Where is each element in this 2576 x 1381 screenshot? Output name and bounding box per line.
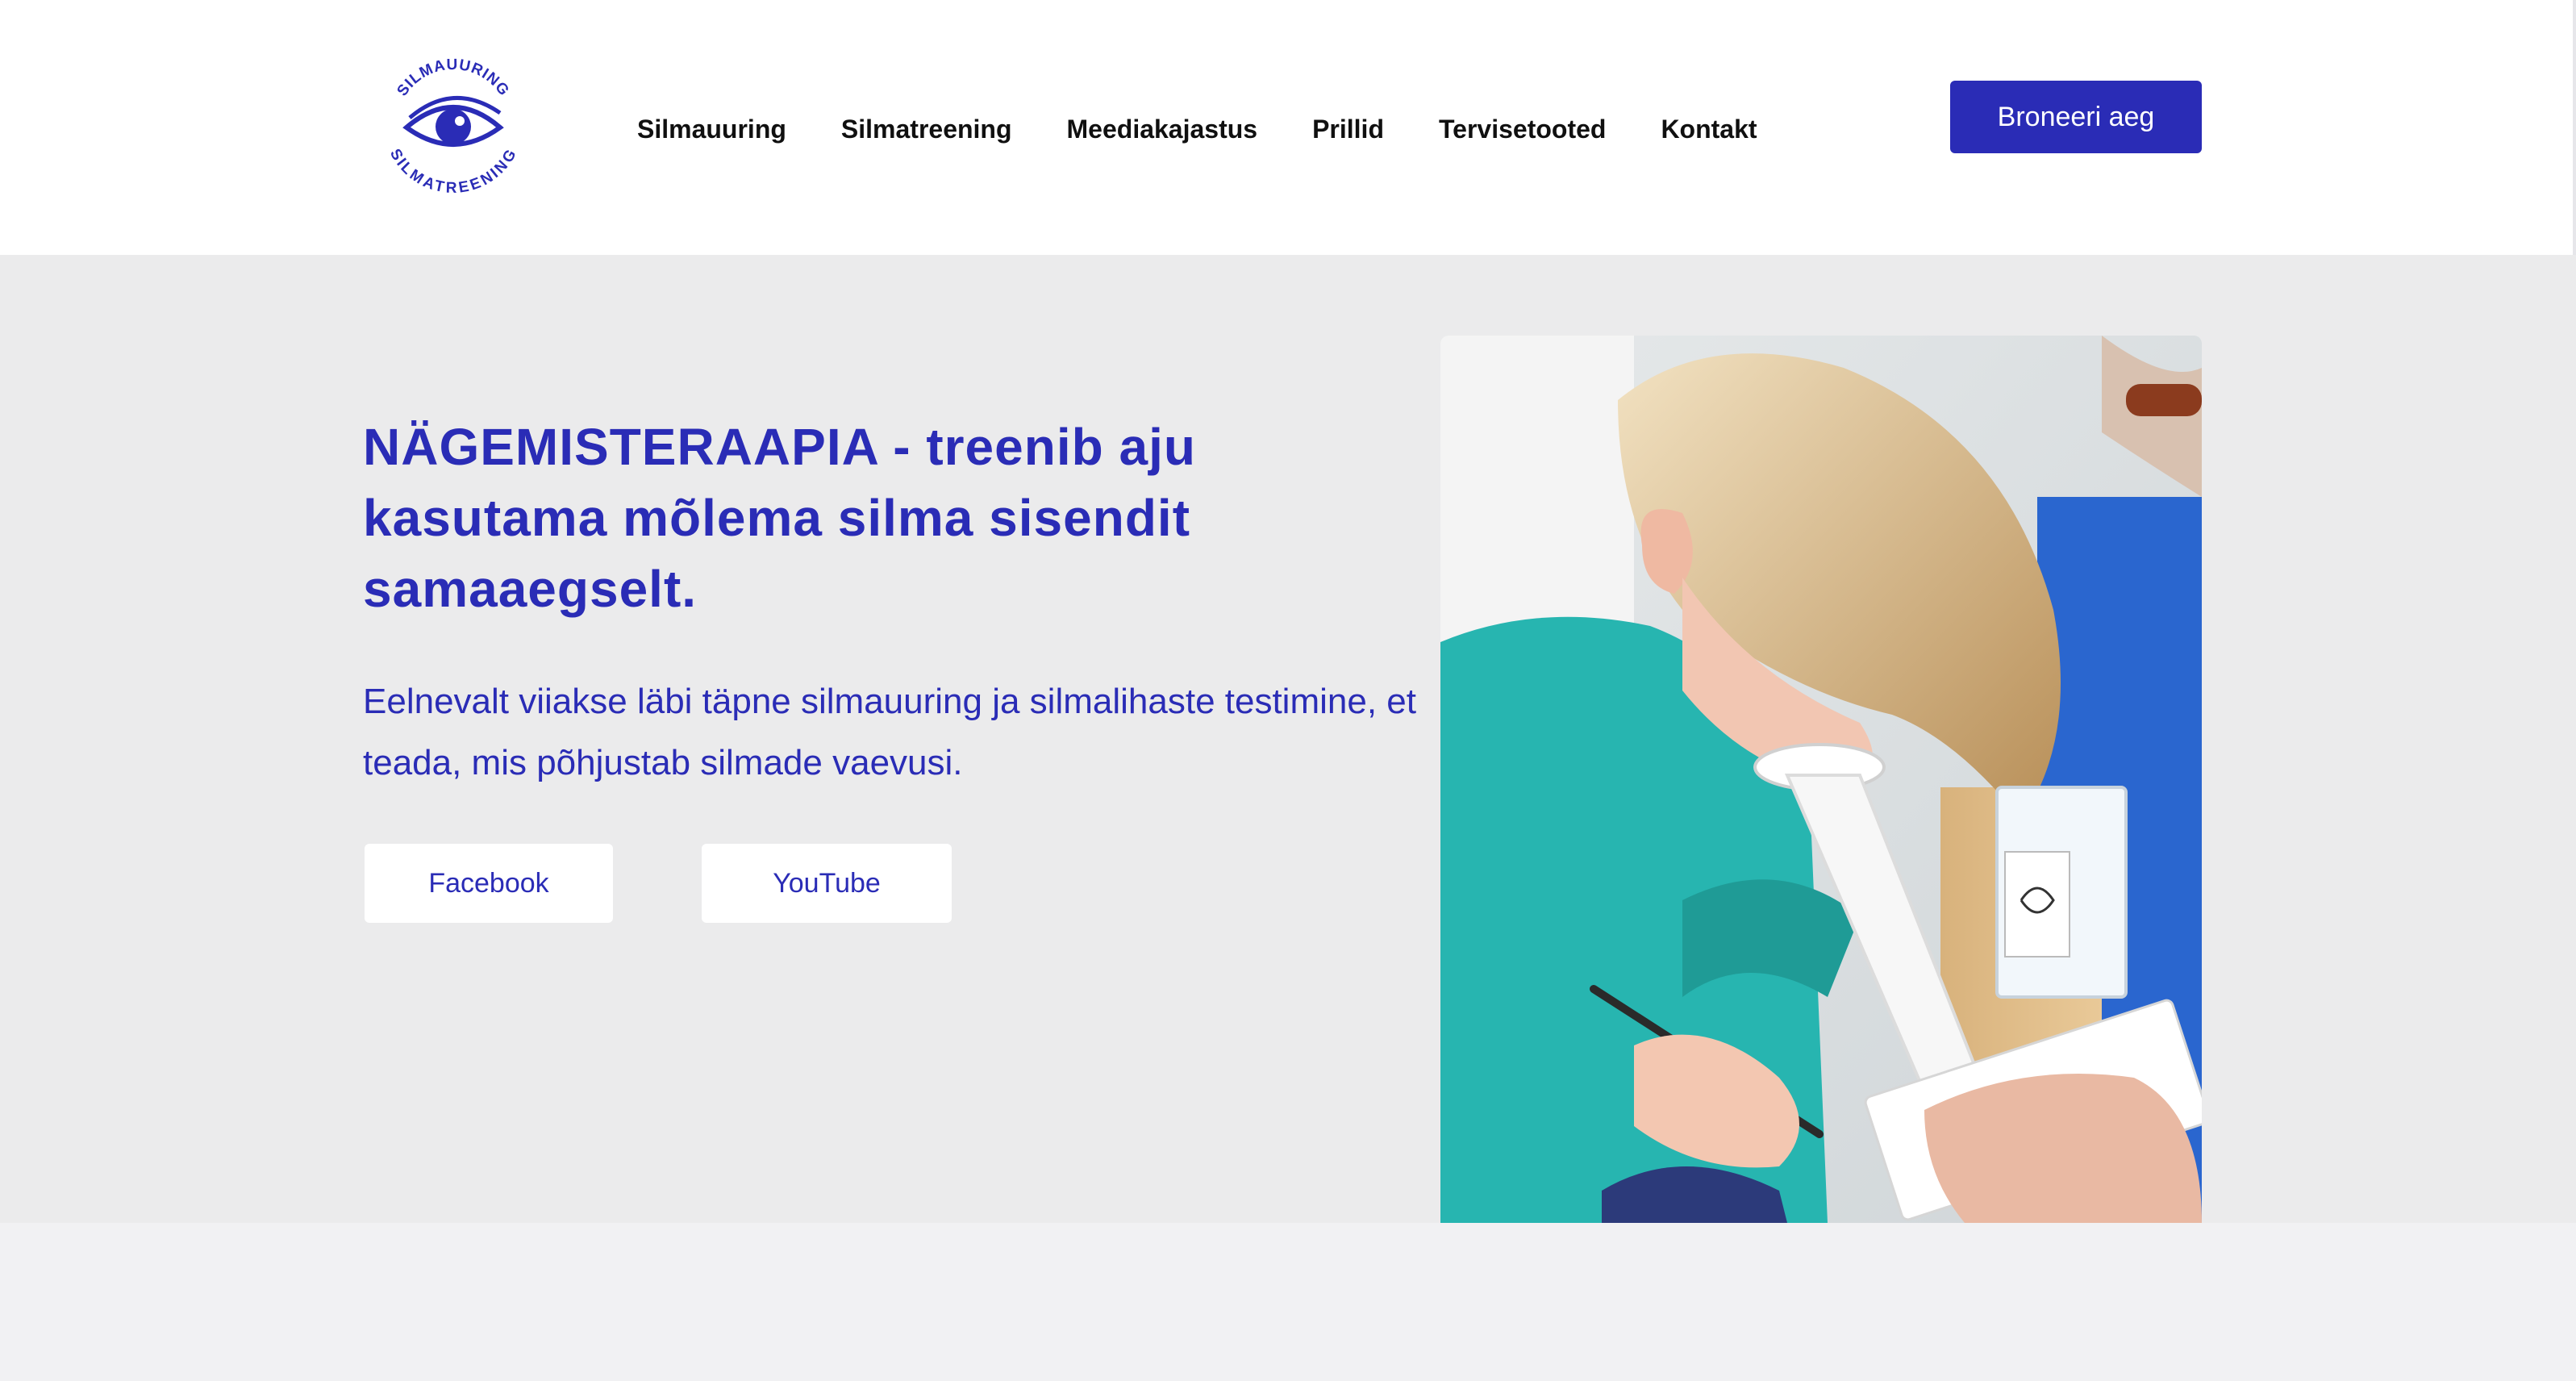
hero-description: Eelnevalt viiakse läbi täpne silmauuring…: [363, 682, 1416, 782]
hero-title: NÄGEMISTERAAPIA - treenib aju kasutama m…: [363, 418, 1196, 618]
nav-item-kontakt[interactable]: Kontakt: [1661, 115, 1757, 144]
nav-item-meediakajastus[interactable]: Meediakajastus: [1067, 115, 1258, 144]
logo-top-text: SILMAUURING: [394, 56, 512, 99]
logo-bottom-text: SILMATREENING: [386, 146, 520, 197]
nav-item-prillid[interactable]: Prillid: [1312, 115, 1384, 144]
main-navigation: Silmauuring Silmatreening Meediakajastus…: [637, 111, 1757, 147]
book-appointment-button[interactable]: Broneeri aeg: [1950, 81, 2202, 153]
logo-graphic: SILMAUURING SILMATREENING: [386, 56, 520, 197]
site-logo[interactable]: SILMAUURING SILMATREENING: [379, 48, 527, 203]
nav-item-tervisetooted[interactable]: Tervisetooted: [1439, 115, 1606, 144]
nav-item-silmauuring[interactable]: Silmauuring: [637, 115, 786, 144]
scrollbar-edge: [2573, 0, 2576, 255]
youtube-button[interactable]: YouTube: [702, 844, 952, 923]
hero-photo: [1440, 336, 2202, 1223]
site-header: SILMAUURING SILMATREENING Silmauuring Si…: [0, 0, 2576, 255]
child-eye-exam-image: [1440, 336, 2202, 1223]
eye-icon: [402, 96, 504, 147]
facebook-button[interactable]: Facebook: [365, 844, 613, 923]
nav-item-silmatreening[interactable]: Silmatreening: [841, 115, 1012, 144]
